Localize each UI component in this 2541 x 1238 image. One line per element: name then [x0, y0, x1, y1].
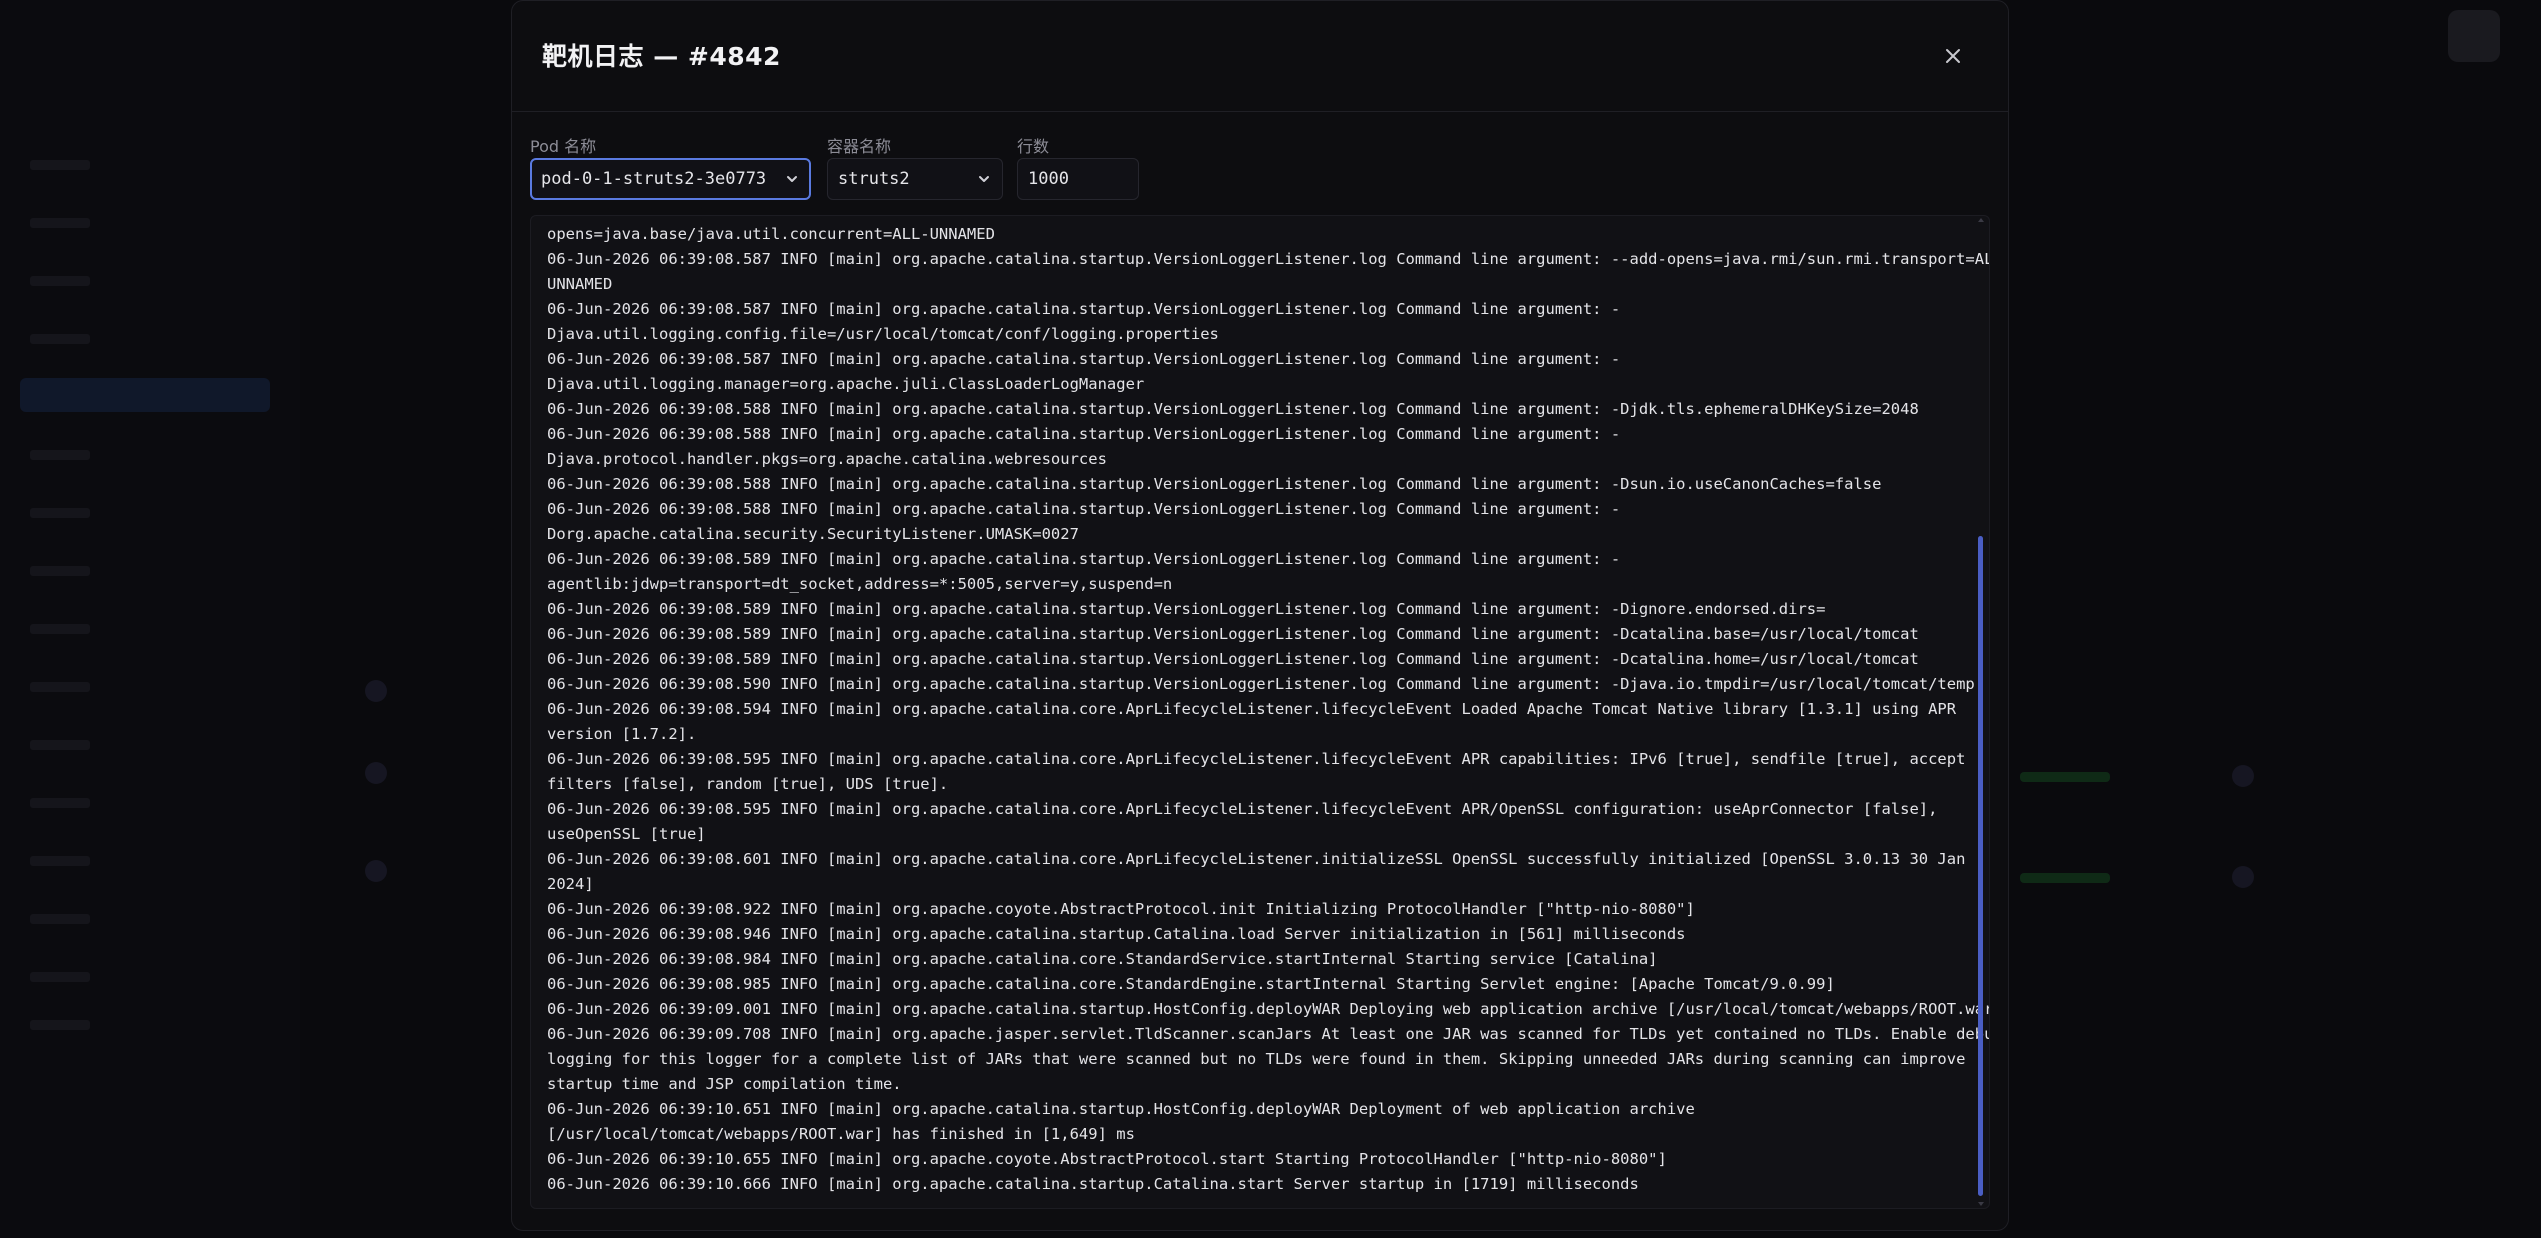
log-line: 06-Jun-2026 06:39:08.588 INFO [main] org…	[547, 425, 1621, 443]
log-scrollbar-thumb[interactable]	[1978, 536, 1983, 1196]
container-name-select[interactable]: struts2	[827, 158, 1003, 200]
log-line: 06-Jun-2026 06:39:08.589 INFO [main] org…	[547, 650, 1919, 668]
log-line: 06-Jun-2026 06:39:08.595 INFO [main] org…	[547, 800, 1938, 818]
log-modal: 靶机日志 — #4842 Pod 名称 pod-0-1-struts2-3e07…	[511, 0, 2009, 1231]
log-line: Djava.util.logging.manager=org.apache.ju…	[547, 375, 1145, 393]
log-line: 06-Jun-2026 06:39:08.587 INFO [main] org…	[547, 300, 1621, 318]
background-row-icon	[365, 680, 387, 702]
log-line: 06-Jun-2026 06:39:08.922 INFO [main] org…	[547, 900, 1695, 918]
log-scrollbar[interactable]	[1977, 216, 1985, 1208]
background-sidebar-item	[30, 566, 90, 576]
log-output-panel[interactable]: opens=java.base/java.util.concurrent=ALL…	[530, 215, 1990, 1209]
pod-name-value: pod-0-1-struts2-3e0773	[541, 169, 767, 189]
background-sidebar-item	[30, 160, 90, 170]
log-line: 06-Jun-2026 06:39:08.984 INFO [main] org…	[547, 950, 1658, 968]
background-status-pill	[2020, 873, 2110, 883]
background-row-icon	[365, 860, 387, 882]
container-name-value: struts2	[838, 169, 910, 189]
log-line: 06-Jun-2026 06:39:08.588 INFO [main] org…	[547, 400, 1919, 418]
background-avatar	[2448, 10, 2500, 62]
log-line: opens=java.base/java.util.concurrent=ALL…	[547, 225, 995, 243]
log-line: 06-Jun-2026 06:39:08.587 INFO [main] org…	[547, 250, 1990, 268]
chevron-down-icon	[976, 171, 992, 187]
scroll-up-arrow-icon[interactable]	[1977, 216, 1985, 224]
log-line: useOpenSSL [true]	[547, 825, 706, 843]
background-sidebar-item	[30, 450, 90, 460]
background-status-pill	[2020, 772, 2110, 782]
background-action-dot	[2232, 866, 2254, 888]
container-name-label: 容器名称	[827, 137, 892, 156]
log-line: 06-Jun-2026 06:39:09.708 INFO [main] org…	[547, 1025, 1990, 1043]
background-sidebar-item	[30, 624, 90, 634]
log-line: 2024]	[547, 875, 594, 893]
background-sidebar-item	[30, 1020, 90, 1030]
log-line: 06-Jun-2026 06:39:08.594 INFO [main] org…	[547, 700, 1957, 718]
log-line: 06-Jun-2026 06:39:08.587 INFO [main] org…	[547, 350, 1621, 368]
background-sidebar-item	[30, 972, 90, 982]
log-line: version [1.7.2].	[547, 725, 697, 743]
log-line: 06-Jun-2026 06:39:08.985 INFO [main] org…	[547, 975, 1835, 993]
log-line: 06-Jun-2026 06:39:08.588 INFO [main] org…	[547, 475, 1882, 493]
background-sidebar	[0, 0, 300, 1238]
background-sidebar-item	[30, 218, 90, 228]
log-line: 06-Jun-2026 06:39:08.588 INFO [main] org…	[547, 500, 1621, 518]
log-line: 06-Jun-2026 06:39:10.655 INFO [main] org…	[547, 1150, 1667, 1168]
background-sidebar-item	[30, 914, 90, 924]
log-line: 06-Jun-2026 06:39:08.589 INFO [main] org…	[547, 625, 1919, 643]
line-count-label: 行数	[1017, 137, 1050, 156]
scroll-down-arrow-icon[interactable]	[1977, 1200, 1985, 1208]
background-sidebar-item	[30, 856, 90, 866]
log-line: 06-Jun-2026 06:39:08.589 INFO [main] org…	[547, 550, 1621, 568]
background-sidebar-item	[30, 682, 90, 692]
log-lines: opens=java.base/java.util.concurrent=ALL…	[547, 222, 1990, 1197]
pod-name-label: Pod 名称	[530, 137, 597, 156]
background-sidebar-item	[30, 740, 90, 750]
log-line: 06-Jun-2026 06:39:10.666 INFO [main] org…	[547, 1175, 1639, 1193]
log-line: 06-Jun-2026 06:39:08.601 INFO [main] org…	[547, 850, 1966, 868]
log-line: filters [false], random [true], UDS [tru…	[547, 775, 949, 793]
background-sidebar-item	[30, 508, 90, 518]
close-button[interactable]	[1938, 41, 1968, 71]
log-line: logging for this logger for a complete l…	[547, 1050, 1966, 1068]
log-line: 06-Jun-2026 06:39:08.946 INFO [main] org…	[547, 925, 1686, 943]
modal-title: 靶机日志 — #4842	[542, 42, 781, 71]
close-icon	[1946, 49, 1960, 63]
log-line: [/usr/local/tomcat/webapps/ROOT.war] has…	[547, 1125, 1135, 1143]
background-sidebar-item	[30, 334, 90, 344]
log-line: 06-Jun-2026 06:39:09.001 INFO [main] org…	[547, 1000, 1990, 1018]
log-line: startup time and JSP compilation time.	[547, 1075, 902, 1093]
modal-header: 靶机日志 — #4842	[512, 1, 2008, 112]
chevron-down-icon	[784, 171, 800, 187]
log-line: 06-Jun-2026 06:39:08.589 INFO [main] org…	[547, 600, 1826, 618]
pod-name-select[interactable]: pod-0-1-struts2-3e0773	[530, 158, 811, 200]
background-row-icon	[365, 762, 387, 784]
log-line: Djava.util.logging.config.file=/usr/loca…	[547, 325, 1219, 343]
background-sidebar-item	[30, 798, 90, 808]
background-action-dot	[2232, 765, 2254, 787]
log-line: agentlib:jdwp=transport=dt_socket,addres…	[547, 575, 1173, 593]
background-sidebar-active	[20, 378, 270, 412]
line-count-value: 1000	[1028, 169, 1069, 189]
log-line: UNNAMED	[547, 275, 613, 293]
log-line: 06-Jun-2026 06:39:08.595 INFO [main] org…	[547, 750, 1966, 768]
line-count-input[interactable]: 1000	[1017, 158, 1139, 200]
log-line: Djava.protocol.handler.pkgs=org.apache.c…	[547, 450, 1107, 468]
log-line: 06-Jun-2026 06:39:08.590 INFO [main] org…	[547, 675, 1975, 693]
log-line: Dorg.apache.catalina.security.SecurityLi…	[547, 525, 1079, 543]
background-sidebar-item	[30, 276, 90, 286]
log-line: 06-Jun-2026 06:39:10.651 INFO [main] org…	[547, 1100, 1695, 1118]
